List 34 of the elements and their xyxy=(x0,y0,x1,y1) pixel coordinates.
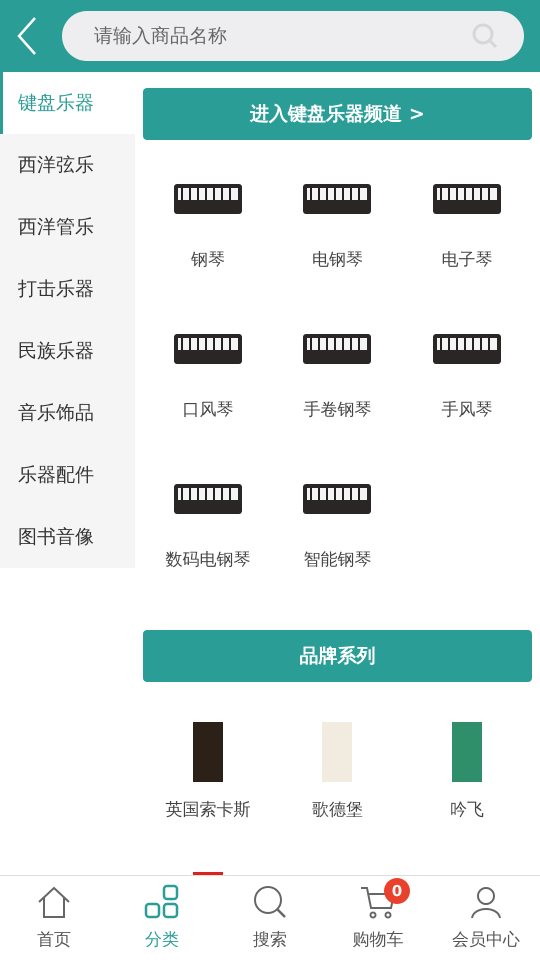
search-icon xyxy=(252,884,288,920)
product-name[interactable]: 数码电钢琴 xyxy=(165,548,250,574)
tab-bar-item[interactable]: 会员中心 xyxy=(432,876,540,960)
product-name[interactable]: 口风琴 xyxy=(182,398,234,424)
product-name[interactable]: 电子琴 xyxy=(442,248,493,274)
brand-logo[interactable] xyxy=(192,722,223,782)
sidebar-item[interactable]: 西洋弦乐 xyxy=(0,134,135,196)
sidebar-item[interactable]: 民族乐器 xyxy=(0,320,135,382)
tab-bar-item[interactable]: 0 购物车 xyxy=(324,876,432,960)
sidebar-item[interactable]: 图书音像 xyxy=(0,506,135,568)
user-icon xyxy=(468,884,504,920)
brand-logo[interactable] xyxy=(322,722,352,782)
home-icon xyxy=(36,884,72,920)
brand-name[interactable]: 吟飞 xyxy=(450,798,484,824)
brand-name[interactable]: 英国索卡斯 xyxy=(165,798,250,824)
tab-bar-item[interactable]: 首页 xyxy=(0,876,108,960)
back-icon[interactable] xyxy=(16,16,38,56)
brand-name[interactable]: 歌德堡 xyxy=(312,798,363,824)
product-name[interactable]: 钢琴 xyxy=(190,248,225,274)
product-name[interactable]: 电钢琴 xyxy=(312,248,363,274)
grid-icon xyxy=(144,884,180,920)
search-field[interactable]: 请输入商品名称 xyxy=(62,11,524,61)
sidebar-item[interactable]: 音乐饰品 xyxy=(0,382,135,444)
sidebar-item[interactable]: 西洋管乐 xyxy=(0,196,135,258)
cart-count: 0 xyxy=(384,878,410,904)
product-name[interactable]: 智能钢琴 xyxy=(303,548,372,574)
section-title: 品牌系列 xyxy=(143,630,532,682)
product-name[interactable]: 手风琴 xyxy=(442,398,493,424)
sidebar-item[interactable]: 乐器配件 xyxy=(0,444,135,506)
product-name[interactable]: 手卷钢琴 xyxy=(303,398,372,424)
search-icon[interactable] xyxy=(472,23,498,49)
sidebar-item[interactable]: 打击乐器 xyxy=(0,258,135,320)
tab-bar-item[interactable]: 搜索 xyxy=(216,876,324,960)
brand-logo[interactable] xyxy=(452,722,482,782)
